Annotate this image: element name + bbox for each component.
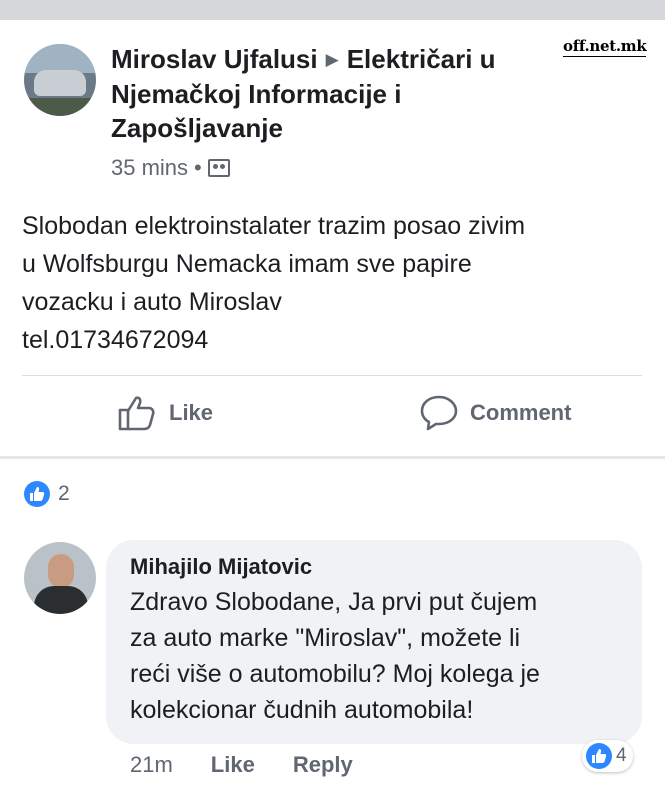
like-label: Like [169,400,214,425]
comment-icon [420,395,458,431]
comment-bubble: Mihajilo Mijatovic Zdravo Slobodane, Ja … [106,540,642,744]
post-reactions[interactable]: 2 [24,481,70,507]
comment-footer: 21m Like Reply [130,752,391,778]
triangle-right-icon: ▶ [325,50,339,69]
commenter-avatar[interactable] [24,542,96,614]
author-avatar[interactable] [24,44,96,116]
watermark: off.net.mk [563,37,647,57]
author-name[interactable]: Miroslav Ujfalusi [111,44,318,74]
post-header: Miroslav Ujfalusi ▶ Električari u Njemačko… [111,42,551,145]
comment-reaction-count: 4 [616,745,627,766]
comment-like-button[interactable]: Like [211,752,255,778]
like-button[interactable]: Like [117,394,213,432]
post-time[interactable]: 35 mins [111,155,188,181]
comment-reply-button[interactable]: Reply [293,752,353,778]
thumbs-up-icon [118,396,155,431]
divider [22,375,642,376]
comment-button[interactable]: Comment [420,394,571,432]
post-reaction-count: 2 [58,482,70,505]
comment-text: Zdravo Slobodane, Ja prvi put čujem za a… [130,588,540,724]
section-divider [0,456,665,459]
post-meta: 35 mins • [111,155,230,181]
comment-author[interactable]: Mihajilo Mijatovic [130,552,622,582]
like-reaction-icon [586,743,612,769]
comment-reactions[interactable]: 4 [582,740,633,772]
post-text: Slobodan elektroinstalater trazim posao … [22,212,526,354]
comment-label: Comment [470,400,572,425]
group-members-icon [207,159,230,177]
meta-separator: • [194,155,202,180]
top-bar [0,0,665,20]
like-reaction-icon [24,481,50,507]
post-actions: Like Comment [0,384,665,448]
comment-time[interactable]: 21m [130,752,173,778]
